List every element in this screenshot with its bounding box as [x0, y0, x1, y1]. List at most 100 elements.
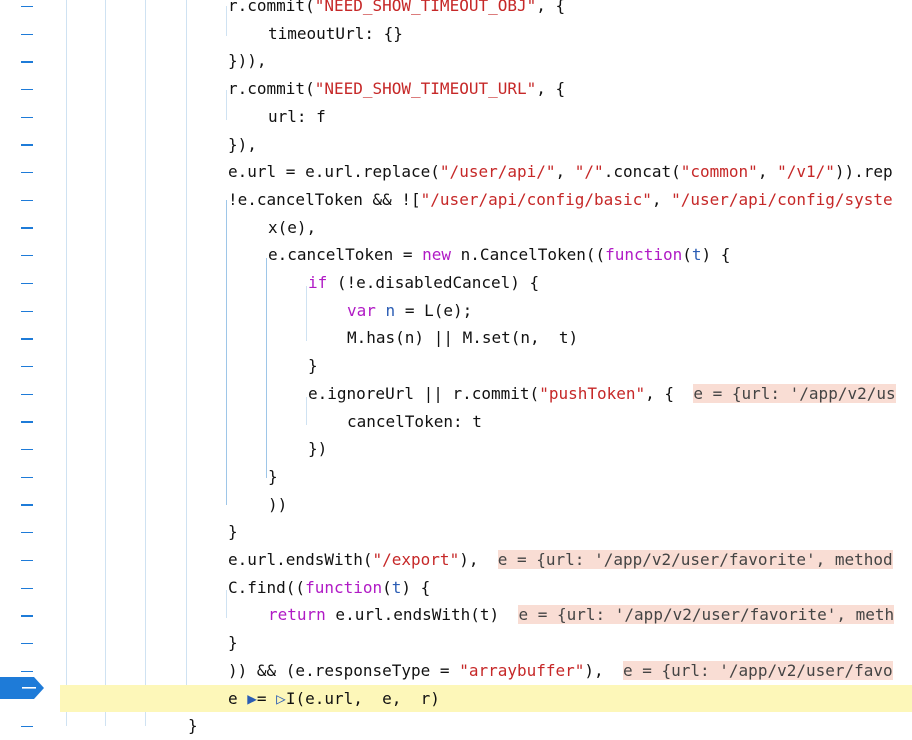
- code-line-content: e.ignoreUrl || r.commit("pushToken", { e…: [308, 380, 896, 408]
- code-token: "pushToken": [539, 383, 646, 403]
- code-line: C.find((function(t) {: [0, 574, 912, 602]
- code-line: M.has(n) || M.set(n, t): [0, 324, 912, 352]
- code-line: e.cancelToken = new n.CancelToken((funct…: [0, 241, 912, 269]
- code-token: !e.cancelToken && ![: [228, 189, 421, 209]
- code-line: )): [0, 491, 912, 519]
- code-token: I(e.url, e, r): [285, 688, 440, 708]
- code-line: })),: [0, 47, 912, 75]
- code-line: }): [0, 435, 912, 463]
- code-line-content: r.commit("NEED_SHOW_TIMEOUT_OBJ", {: [228, 0, 565, 20]
- code-token: "/user/api/config/basic": [420, 189, 652, 209]
- code-token: .concat(: [603, 162, 681, 182]
- code-token: ▶: [247, 688, 257, 708]
- code-token: ,: [555, 162, 575, 182]
- code-token: }: [228, 522, 238, 542]
- code-line-content: return e.url.endsWith(t) e = {url: '/app…: [268, 601, 895, 629]
- breakpoint-arrow-icon[interactable]: [0, 677, 44, 699]
- code-token: "arraybuffer": [459, 660, 585, 680]
- code-token: t: [391, 577, 402, 597]
- code-token: e.url = e.url.replace(: [228, 162, 440, 182]
- code-token: )).rep: [834, 162, 893, 182]
- code-line-content: })),: [228, 47, 267, 75]
- code-line: )) && (e.responseType = "arraybuffer"), …: [0, 657, 912, 685]
- code-token: =: [256, 688, 277, 708]
- code-token: url: f: [268, 106, 326, 126]
- code-line-content: var n = L(e);: [347, 297, 472, 325]
- code-token: "/user/api/": [439, 162, 556, 182]
- code-line: x(e),: [0, 214, 912, 242]
- code-token: )) && (e.responseType =: [228, 660, 460, 680]
- code-token: M.has(n) || M.set(n, t): [347, 328, 579, 348]
- code-line-content: )): [268, 491, 287, 519]
- code-line-content: C.find((function(t) {: [228, 574, 430, 602]
- code-token: n: [385, 300, 396, 320]
- code-token: (: [382, 577, 392, 597]
- code-token: e.cancelToken =: [268, 245, 423, 265]
- code-line: if (!e.disabledCancel) {: [0, 269, 912, 297]
- code-token: , {: [536, 0, 566, 15]
- code-line-content: e ▶= ▷I(e.url, e, r): [228, 685, 440, 713]
- code-token: ,: [651, 189, 672, 209]
- code-token: n.CancelToken((: [451, 245, 606, 265]
- code-line-content: }: [188, 712, 198, 740]
- code-line-content: e.url.endsWith("/export"), e = {url: '/a…: [228, 546, 893, 574]
- code-line-content: }): [308, 435, 327, 463]
- code-line: cancelToken: t: [0, 408, 912, 436]
- code-token: , {: [645, 383, 694, 403]
- code-line: r.commit("NEED_SHOW_TIMEOUT_URL", {: [0, 75, 912, 103]
- inline-value-hint: e = {url: '/app/v2/user/favorite', meth: [518, 605, 895, 625]
- code-line: timeoutUrl: {}: [0, 20, 912, 48]
- code-token: "/": [574, 162, 604, 182]
- code-line: var n = L(e);: [0, 297, 912, 325]
- code-token: = L(e);: [395, 300, 473, 320]
- code-token: }): [308, 439, 328, 459]
- code-line-content: }: [228, 518, 238, 546]
- code-token: ),: [459, 550, 498, 569]
- inline-value-hint: e = {url: '/app/v2/user/favorite', metho…: [497, 550, 893, 569]
- code-token: cancelToken: t: [347, 411, 482, 431]
- code-line: e.url.endsWith("/export"), e = {url: '/a…: [0, 546, 912, 574]
- inline-value-hint: e = {url: '/app/v2/us: [693, 383, 896, 403]
- code-token: )): [268, 494, 288, 514]
- code-token: "/user/api/config/syste: [671, 189, 893, 209]
- code-line-content: x(e),: [268, 214, 316, 242]
- code-token: "common": [680, 162, 758, 182]
- code-token: ,: [757, 162, 778, 182]
- code-line: !e.cancelToken && !["/user/api/config/ba…: [0, 186, 912, 214]
- code-token: e.url.endsWith(t): [325, 605, 519, 625]
- code-line-content: if (!e.disabledCancel) {: [308, 269, 539, 297]
- code-token: if: [308, 273, 328, 292]
- code-token: ) {: [701, 245, 731, 265]
- code-token: "/export": [372, 550, 460, 569]
- code-line-content: }: [308, 352, 318, 380]
- code-token: (: [682, 245, 692, 265]
- code-line: }: [0, 629, 912, 657]
- code-token: "NEED_SHOW_TIMEOUT_URL": [314, 79, 537, 99]
- code-token: r.commit(: [228, 79, 315, 99]
- code-token: new: [422, 245, 452, 265]
- code-line: e.url = e.url.replace("/user/api/", "/".…: [0, 158, 912, 186]
- code-token: var: [347, 300, 376, 320]
- code-line: }: [0, 463, 912, 491]
- code-line: }),: [0, 131, 912, 159]
- code-line: }: [0, 518, 912, 546]
- inline-value-hint: e = {url: '/app/v2/user/favo: [622, 660, 893, 680]
- code-token: , {: [536, 79, 566, 99]
- code-token: ▷: [276, 688, 286, 708]
- code-token: return: [268, 605, 326, 625]
- code-editor[interactable]: r.commit("NEED_SHOW_TIMEOUT_OBJ", {timeo…: [0, 0, 912, 735]
- code-token: function: [305, 577, 383, 597]
- code-line: }: [0, 352, 912, 380]
- code-line: e.ignoreUrl || r.commit("pushToken", { e…: [0, 380, 912, 408]
- code-line-content: e.url = e.url.replace("/user/api/", "/".…: [228, 158, 893, 186]
- code-line: url: f: [0, 103, 912, 131]
- code-token: })),: [228, 51, 267, 71]
- code-token: function: [605, 245, 683, 265]
- code-token: e.ignoreUrl || r.commit(: [308, 383, 540, 403]
- code-token: }: [268, 466, 278, 486]
- code-token: ) {: [401, 577, 431, 597]
- code-token: e: [228, 688, 248, 708]
- code-line-content: }),: [228, 131, 257, 159]
- code-line: return e.url.endsWith(t) e = {url: '/app…: [0, 601, 912, 629]
- code-token: }: [228, 633, 238, 653]
